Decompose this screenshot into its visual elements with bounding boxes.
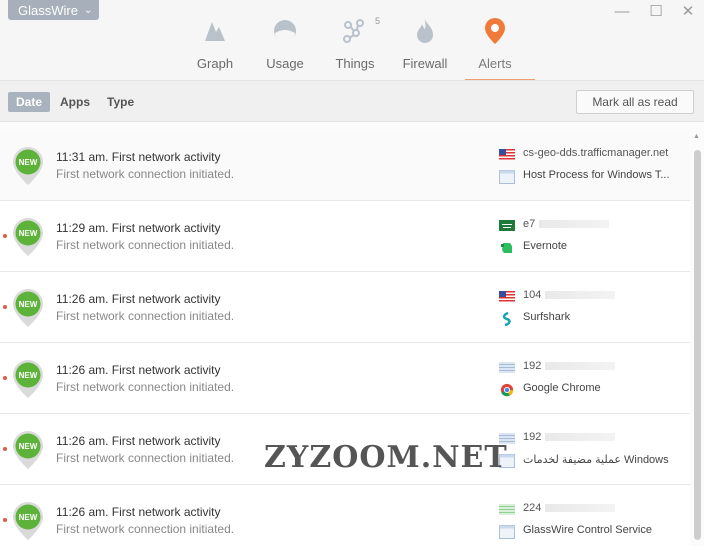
alert-title: 11:29 am. First network activity (56, 221, 221, 235)
scroll-up-arrow-icon[interactable]: ▲ (693, 133, 700, 140)
tab-label: Usage (266, 56, 304, 71)
alert-host: cs-geo-dds.trafficmanager.net (523, 147, 669, 159)
tab-graph[interactable]: Graph (180, 14, 250, 80)
unread-dot (3, 447, 7, 451)
filter-bar: Date Apps Type Mark all as read (0, 80, 704, 122)
watermark: ZYZOOM.NET (264, 440, 508, 475)
tab-alerts[interactable]: Alerts (460, 14, 535, 80)
alert-detail: First network connection initiated. (56, 309, 235, 323)
alert-row[interactable]: NEW 11:26 am. First network activity Fir… (0, 343, 690, 414)
flame-icon (390, 16, 460, 46)
alert-title: 11:26 am. First network activity (56, 505, 221, 519)
unread-dot (3, 305, 7, 309)
minimize-button[interactable]: — (612, 2, 632, 20)
filter-type-button[interactable]: Type (99, 92, 142, 112)
alert-title: 11:26 am. First network activity (56, 363, 221, 377)
alert-row[interactable]: NEW 11:26 am. First network activity Fir… (0, 485, 690, 546)
alerts-pin-icon (460, 16, 530, 46)
alert-app: GlassWire Control Service (523, 524, 652, 536)
app-menu-button[interactable]: GlassWire ⌄ (8, 0, 99, 20)
alert-detail: First network connection initiated. (56, 522, 235, 536)
alert-host: 192 (523, 431, 616, 443)
alert-app: Host Process for Windows T... (523, 169, 670, 181)
alert-detail: First network connection initiated. (56, 451, 235, 465)
graph-icon (180, 16, 250, 46)
usage-icon (250, 16, 320, 46)
alert-host: 224 (523, 502, 616, 514)
new-badge-icon: NEW (13, 431, 43, 469)
alert-title: 11:26 am. First network activity (56, 434, 221, 448)
alert-app: Surfshark (523, 311, 571, 323)
filter-apps-button[interactable]: Apps (52, 92, 98, 112)
tab-label: Things (335, 56, 375, 71)
tab-label: Firewall (402, 56, 448, 71)
svg-text:NEW: NEW (19, 229, 38, 238)
top-bar: GlassWire ⌄ — ☐ ✕ Graph Usage 5 Things F… (0, 0, 704, 80)
svg-text:NEW: NEW (19, 442, 38, 451)
alert-app: Google Chrome (523, 382, 601, 394)
svg-text:NEW: NEW (19, 513, 38, 522)
alert-detail: First network connection initiated. (56, 380, 235, 394)
alert-title: 11:26 am. First network activity (56, 292, 221, 306)
svg-text:NEW: NEW (19, 300, 38, 309)
window-icon (499, 525, 515, 539)
svg-text:NEW: NEW (19, 158, 38, 167)
alert-row[interactable]: NEW 11:26 am. First network activity Fir… (0, 272, 690, 343)
new-badge-icon: NEW (13, 289, 43, 327)
filter-date-button[interactable]: Date (8, 92, 51, 112)
maximize-button[interactable]: ☐ (646, 2, 666, 20)
tab-things[interactable]: 5 Things (320, 14, 390, 80)
alert-detail: First network connection initiated. (56, 167, 235, 181)
alert-list: NEW 11:31 am. First network activity Fir… (0, 130, 690, 546)
new-badge-icon: NEW (13, 502, 43, 540)
alert-host: 192 (523, 360, 616, 372)
us-flag-icon (499, 149, 515, 160)
list-scrollbar[interactable]: ▲ (693, 130, 702, 546)
local-network-flag-icon (499, 362, 515, 373)
evernote-icon (501, 243, 512, 253)
unread-dot (3, 376, 7, 380)
alert-title: 11:31 am. First network activity (56, 150, 221, 164)
us-flag-icon (499, 291, 515, 302)
tab-label: Alerts (478, 56, 512, 71)
unread-dot (3, 234, 7, 238)
chevron-down-icon: ⌄ (83, 4, 93, 16)
new-badge-icon: NEW (13, 147, 43, 185)
scrollbar-thumb[interactable] (694, 150, 701, 540)
alert-app: عملية مضيفة لخدمات Windows (523, 454, 669, 466)
alert-host: e7 (523, 218, 610, 230)
svg-text:NEW: NEW (19, 371, 38, 380)
chrome-icon (500, 383, 514, 397)
app-name: GlassWire (18, 2, 78, 18)
alert-row[interactable]: NEW 11:29 am. First network activity Fir… (0, 201, 690, 272)
tab-usage[interactable]: Usage (250, 14, 320, 80)
tab-firewall[interactable]: Firewall (390, 14, 460, 80)
new-badge-icon: NEW (13, 360, 43, 398)
main-tabs: Graph Usage 5 Things Firewall Alerts (180, 14, 535, 80)
things-count-badge: 5 (374, 16, 380, 26)
alert-detail: First network connection initiated. (56, 238, 235, 252)
tab-label: Graph (196, 56, 234, 71)
close-button[interactable]: ✕ (678, 2, 698, 20)
mark-all-read-button[interactable]: Mark all as read (576, 90, 694, 114)
local-network-flag-icon (499, 504, 515, 515)
sa-flag-icon (499, 220, 515, 231)
unread-dot (3, 518, 7, 522)
surfshark-icon (502, 312, 511, 326)
new-badge-icon: NEW (13, 218, 43, 256)
alert-row[interactable]: NEW 11:31 am. First network activity Fir… (0, 130, 690, 201)
alert-app: Evernote (523, 240, 568, 252)
window-icon (499, 170, 515, 184)
alert-host: 104 (523, 289, 616, 301)
